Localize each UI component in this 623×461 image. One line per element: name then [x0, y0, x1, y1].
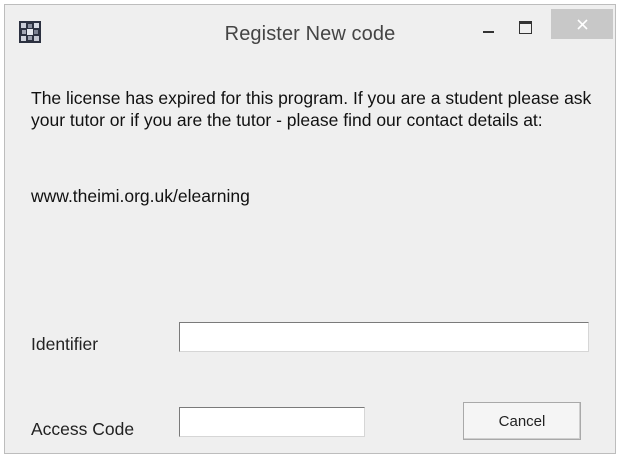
title-bar[interactable]: Register New code [5, 5, 615, 57]
identifier-label: Identifier [31, 334, 99, 354]
identifier-input[interactable] [179, 322, 589, 352]
register-dialog: Register New code The license has expire… [4, 4, 616, 454]
maximize-button[interactable] [510, 13, 540, 41]
license-expired-message: The license has expired for this program… [31, 88, 592, 130]
close-icon [577, 19, 588, 30]
contact-url: www.theimi.org.uk/elearning [31, 186, 250, 206]
cancel-button[interactable]: Cancel [463, 402, 581, 440]
close-button[interactable] [551, 9, 613, 39]
access-code-input[interactable] [179, 407, 365, 437]
minimize-button[interactable] [473, 13, 503, 41]
access-code-label: Access Code [31, 419, 135, 439]
